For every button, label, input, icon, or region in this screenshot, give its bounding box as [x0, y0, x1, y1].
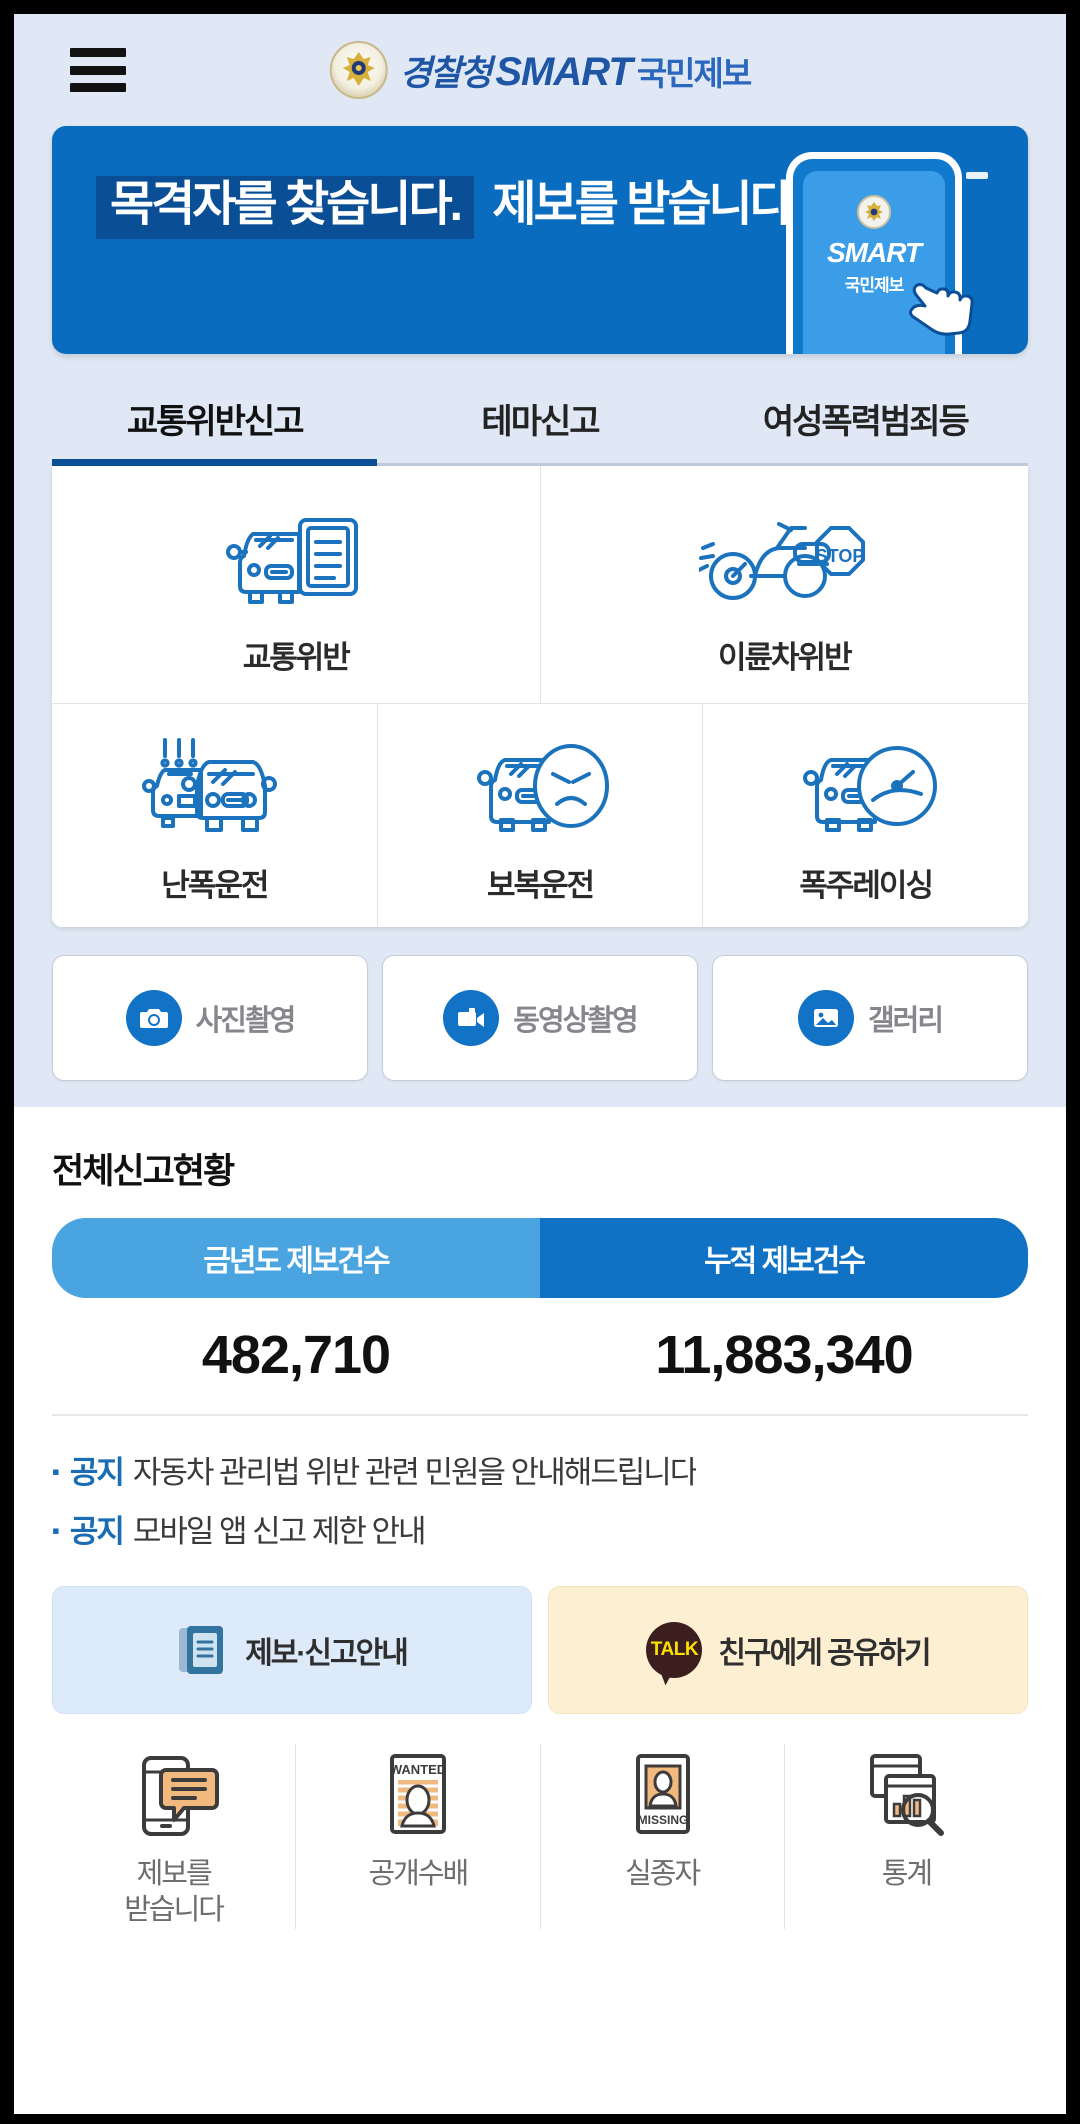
stat-tab-current-year[interactable]: 금년도 제보건수 — [52, 1218, 540, 1298]
tab-women-violence-crime-label: 여성폭력범죄등 — [762, 403, 970, 441]
notice-item[interactable]: ▪ 공지 자동차 관리법 위반 관련 민원을 안내해드립니다 — [52, 1440, 1028, 1499]
category-traffic-violation-label: 교통위반 — [242, 640, 351, 675]
footer-nav-missing[interactable]: MISSING 실종자 — [539, 1744, 784, 1929]
action-buttons: 제보·신고안내 TALK 친구에게 공유하기 — [52, 1586, 1028, 1714]
stat-tab-current-year-label: 금년도 제보건수 — [203, 1245, 391, 1278]
video-camera-icon — [443, 990, 500, 1046]
bullet-icon: ▪ — [52, 1518, 60, 1543]
category-traffic-violation[interactable]: 교통위반 — [52, 466, 540, 703]
statistics-values: 482,710 11,883,340 — [52, 1298, 1028, 1416]
category-reckless-driving-label: 난폭운전 — [161, 868, 269, 903]
category-row-2: 난폭운전 보복운전 폭주레이싱 — [52, 703, 1028, 927]
footer-nav-statistics[interactable]: 통계 — [783, 1744, 1028, 1929]
tab-theme-report[interactable]: 테마신고 — [377, 384, 702, 463]
photo-capture-button[interactable]: 사진촬영 — [52, 955, 368, 1081]
tab-traffic-violation-label: 교통위반신고 — [126, 403, 305, 441]
notice-list: ▪ 공지 자동차 관리법 위반 관련 민원을 안내해드립니다 ▪ 공지 모바일 … — [52, 1416, 1028, 1564]
footer-nav-missing-label: 실종자 — [625, 1858, 701, 1890]
stat-value-cumulative: 11,883,340 — [655, 1325, 913, 1385]
phone-emblem-icon — [857, 195, 891, 229]
hand-pointer-icon — [909, 282, 974, 336]
notice-text: 자동차 관리법 위반 관련 민원을 안내해드립니다 — [132, 1455, 697, 1490]
banner-line-1: 목격자를 찾습니다. — [96, 176, 474, 239]
phone-ko-text: 국민제보 — [844, 276, 905, 295]
bullet-icon: ▪ — [52, 1459, 60, 1484]
footer-nav-wanted[interactable]: WANTED 공개수배 — [295, 1744, 539, 1929]
category-reckless-driving[interactable]: 난폭운전 — [52, 704, 377, 927]
svg-text:STOP: STOP — [816, 546, 865, 566]
report-guide-button[interactable]: 제보·신고안내 — [52, 1586, 532, 1714]
camera-icon — [125, 990, 182, 1046]
phone-smart-text: SMART — [826, 237, 922, 268]
notice-badge: 공지 — [69, 1455, 125, 1490]
phone-message-icon — [141, 1756, 219, 1836]
banner-line-2: 제보를 받습니다. — [492, 178, 804, 231]
car-angry-face-icon — [477, 744, 609, 832]
car-document-icon — [225, 518, 358, 604]
brand-text-ko1: 경찰청 — [399, 53, 493, 93]
svg-text:WANTED: WANTED — [390, 1762, 446, 1777]
tab-theme-report-label: 테마신고 — [481, 403, 600, 441]
report-guide-label: 제보·신고안내 — [245, 1637, 409, 1670]
brand-logo: 경찰청 SMART 국민제보 — [329, 41, 752, 99]
notice-item[interactable]: ▪ 공지 모바일 앱 신고 제한 안내 — [52, 1499, 1028, 1558]
category-retaliatory-driving-label: 보복운전 — [486, 868, 595, 903]
notice-text: 모바일 앱 신고 제한 안내 — [132, 1514, 425, 1549]
stat-tab-cumulative[interactable]: 누적 제보건수 — [540, 1218, 1028, 1298]
svg-text:MISSING: MISSING — [638, 1813, 689, 1827]
category-street-racing[interactable]: 폭주레이싱 — [702, 704, 1028, 927]
upper-section: 경찰청 SMART 국민제보 목격자를 찾습니다. 제보를 받습니다. SMAR… — [14, 14, 1066, 1107]
gallery-button[interactable]: 갤러리 — [712, 955, 1028, 1081]
category-street-racing-label: 폭주레이싱 — [799, 868, 934, 903]
notice-badge: 공지 — [69, 1514, 125, 1549]
media-capture-buttons: 사진촬영 동영상촬영 갤러리 — [52, 955, 1028, 1081]
car-speedometer-icon — [802, 746, 937, 832]
footer-nav-wanted-label: 공개수배 — [368, 1858, 470, 1890]
photo-capture-label: 사진촬영 — [195, 1005, 297, 1037]
tab-women-violence-crime[interactable]: 여성폭력범죄등 — [703, 384, 1028, 463]
category-retaliatory-driving[interactable]: 보복운전 — [376, 704, 703, 927]
footer-nav-tip-request[interactable]: 제보를 받습니다 — [52, 1744, 295, 1929]
police-emblem-icon — [329, 41, 388, 99]
app-screen: 경찰청 SMART 국민제보 목격자를 찾습니다. 제보를 받습니다. SMAR… — [14, 14, 1066, 2114]
video-capture-label: 동영상촬영 — [513, 1005, 638, 1037]
stat-value-current-year: 482,710 — [201, 1325, 391, 1385]
book-icon — [179, 1626, 224, 1674]
footer-nav-tip-request-label: 제보를 받습니다 — [124, 1858, 225, 1927]
share-friend-label: 친구에게 공유하기 — [718, 1637, 931, 1670]
statistics-tabs: 금년도 제보건수 누적 제보건수 — [52, 1218, 1028, 1298]
gallery-label: 갤러리 — [867, 1005, 944, 1037]
brand-text-smart: SMART — [495, 49, 632, 94]
motorcycle-stop-icon: STOP — [699, 522, 866, 600]
category-motorcycle-violation[interactable]: STOP 이륜차위반 — [539, 466, 1029, 703]
tab-traffic-violation[interactable]: 교통위반신고 — [52, 384, 378, 466]
report-category-tabs: 교통위반신고 테마신고 여성폭력범죄등 — [52, 384, 1028, 466]
category-motorcycle-violation-label: 이륜차위반 — [717, 640, 853, 675]
category-grid: 교통위반 STOP 이륜차위반 난폭운전 보복운전 폭주레이싱 — [52, 466, 1028, 927]
statistics-title: 전체신고현황 — [52, 1152, 235, 1191]
hamburger-menu-icon[interactable] — [70, 48, 126, 92]
statistics-search-icon — [870, 1754, 945, 1836]
brand-text-ko2: 국민제보 — [636, 54, 752, 92]
gallery-icon — [797, 990, 854, 1046]
lower-section: 전체신고현황 금년도 제보건수 누적 제보건수 482,710 11,883,3… — [14, 1107, 1066, 2114]
stat-tab-cumulative-label: 누적 제보건수 — [704, 1245, 866, 1278]
footer-nav-statistics-label: 통계 — [881, 1858, 933, 1890]
kakaotalk-icon: TALK — [646, 1622, 703, 1678]
share-friend-button[interactable]: TALK 친구에게 공유하기 — [548, 1586, 1028, 1714]
category-row-1: 교통위반 STOP 이륜차위반 — [52, 466, 1028, 703]
video-capture-button[interactable]: 동영상촬영 — [382, 955, 698, 1081]
footer-navigation: 제보를 받습니다 WANTED 공개수배 MISSING 실종자 통계 — [52, 1744, 1028, 1929]
missing-poster-icon: MISSING — [636, 1754, 691, 1834]
device-frame: 경찰청 SMART 국민제보 목격자를 찾습니다. 제보를 받습니다. SMAR… — [0, 0, 1080, 2124]
wanted-poster-icon: WANTED — [390, 1754, 446, 1834]
app-header: 경찰청 SMART 국민제보 — [14, 14, 1066, 126]
promo-banner[interactable]: 목격자를 찾습니다. 제보를 받습니다. SMART 국민제보 — [52, 126, 1028, 354]
kakaotalk-icon-text: TALK — [650, 1639, 699, 1660]
two-cars-exclamation-icon — [142, 738, 278, 832]
banner-text-block: 목격자를 찾습니다. 제보를 받습니다. — [96, 160, 815, 239]
